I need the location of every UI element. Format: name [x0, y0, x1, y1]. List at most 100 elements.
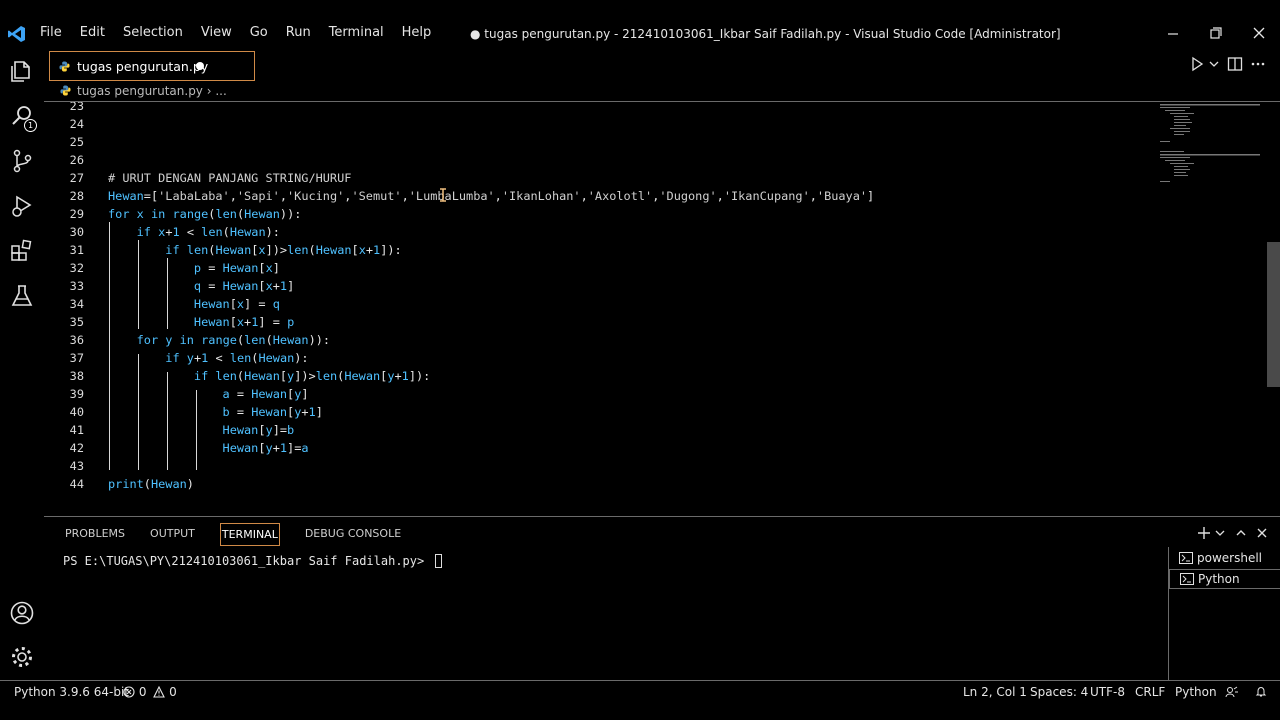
code-line[interactable]: 42 Hewan[y+1]=a: [44, 439, 1154, 457]
code-text: if len(Hewan[x])>len(Hewan[x+1]):: [165, 243, 402, 257]
line-number: 37: [69, 351, 84, 365]
line-number: 42: [69, 441, 84, 455]
code-line[interactable]: 27 # URUT DENGAN PANJANG STRING/HURUF: [44, 169, 1154, 187]
line-number: 38: [69, 369, 84, 383]
python-interpreter[interactable]: Python 3.9.6 64-bit: [14, 685, 129, 699]
menu-go[interactable]: Go: [250, 25, 268, 40]
minimize-icon[interactable]: [1160, 23, 1186, 43]
terminal-item-python[interactable]: Python: [1169, 569, 1280, 589]
minimap[interactable]: [1160, 104, 1270, 184]
error-count: 0: [138, 685, 147, 699]
code-line[interactable]: 29 for x in range(len(Hewan)):: [44, 205, 1154, 223]
line-number: 31: [69, 243, 84, 257]
code-text: print(Hewan): [108, 477, 194, 491]
run-python-file-icon[interactable]: [1188, 55, 1206, 73]
bottom-panel: PROBLEMS OUTPUT TERMINAL DEBUG CONSOLE P…: [44, 516, 1280, 681]
problems-status[interactable]: 0 0: [123, 685, 177, 699]
end-of-line[interactable]: CRLF: [1135, 685, 1165, 699]
code-line[interactable]: 23: [44, 102, 1154, 115]
more-actions-icon[interactable]: [1249, 55, 1267, 73]
code-line[interactable]: 41 Hewan[y]=b: [44, 421, 1154, 439]
maximize-panel-chevron-up-icon[interactable]: [1233, 525, 1249, 541]
code-line[interactable]: 35 Hewan[x+1] = p: [44, 313, 1154, 331]
menu-selection[interactable]: Selection: [123, 25, 183, 40]
code-line[interactable]: 39 a = Hewan[y]: [44, 385, 1154, 403]
error-icon: [123, 686, 135, 698]
activity-bar: 1: [0, 46, 44, 680]
code-line[interactable]: 36 for y in range(len(Hewan)):: [44, 331, 1154, 349]
explorer-icon[interactable]: [9, 58, 35, 84]
tab-output[interactable]: OUTPUT: [150, 526, 195, 550]
close-window-icon[interactable]: [1246, 23, 1272, 43]
close-panel-icon[interactable]: [1254, 525, 1270, 541]
breadcrumb-separator: ›: [202, 84, 216, 98]
menu-run[interactable]: Run: [286, 25, 311, 40]
line-number: 26: [69, 153, 84, 167]
chevron-down-icon[interactable]: [1212, 525, 1228, 541]
breadcrumb-file[interactable]: tugas pengurutan.py: [77, 84, 203, 98]
tab-tugas-pengurutan[interactable]: tugas pengurutan.py: [49, 51, 255, 81]
terminal-item-powershell[interactable]: powershell: [1169, 549, 1280, 569]
new-terminal-plus-icon[interactable]: [1196, 525, 1212, 541]
code-line[interactable]: 33 q = Hewan[x+1]: [44, 277, 1154, 295]
testing-flask-icon[interactable]: [9, 283, 35, 309]
file-encoding[interactable]: UTF-8: [1090, 685, 1125, 699]
code-line[interactable]: 30 if x+1 < len(Hewan):: [44, 223, 1154, 241]
menu-edit[interactable]: Edit: [80, 25, 105, 40]
line-number: 28: [69, 189, 84, 203]
tab-problems[interactable]: PROBLEMS: [65, 526, 125, 550]
run-debug-icon[interactable]: [9, 193, 35, 219]
cursor-position[interactable]: Ln 2, Col 1: [963, 685, 1027, 699]
notifications-bell-icon[interactable]: [1255, 686, 1267, 698]
code-editor[interactable]: 23 24 25 26 27 # URUT DENGAN PANJANG STRI…: [44, 101, 1280, 514]
code-text: Hewan[y+1]=a: [222, 441, 309, 455]
breadcrumb-symbol[interactable]: ...: [215, 84, 226, 98]
title-bar: File Edit Selection View Go Run Terminal…: [0, 0, 1280, 46]
code-line[interactable]: 24: [44, 115, 1154, 133]
text-cursor-icon: [440, 188, 446, 202]
menu-file[interactable]: File: [40, 25, 62, 40]
menu-help[interactable]: Help: [402, 25, 432, 40]
code-text: a = Hewan[y]: [222, 387, 309, 401]
tab-debug-console[interactable]: DEBUG CONSOLE: [305, 526, 401, 550]
code-line[interactable]: 38 if len(Hewan[y])>len(Hewan[y+1]):: [44, 367, 1154, 385]
editor-scrollbar-thumb[interactable]: [1267, 242, 1280, 387]
line-number: 25: [69, 135, 84, 149]
code-line[interactable]: 28 Hewan=['LabaLaba','Sapi','Kucing','Sem…: [44, 187, 1154, 205]
terminal-output[interactable]: PS E:\TUGAS\PY\212410103061_Ikbar Saif F…: [63, 554, 443, 568]
code-line[interactable]: 26: [44, 151, 1154, 169]
python-file-icon: [59, 61, 70, 72]
split-editor-icon[interactable]: [1226, 55, 1244, 73]
code-line[interactable]: 31 if len(Hewan[x])>len(Hewan[x+1]):: [44, 241, 1154, 259]
menu-view[interactable]: View: [201, 25, 232, 40]
source-control-icon[interactable]: [9, 148, 35, 174]
indentation[interactable]: Spaces: 4: [1030, 685, 1088, 699]
code-text: Hewan[y]=b: [222, 423, 295, 437]
extensions-icon[interactable]: [9, 238, 35, 264]
gear-icon[interactable]: [9, 644, 35, 670]
menu-bar: File Edit Selection View Go Run Terminal…: [40, 25, 449, 40]
warning-icon: [153, 685, 166, 698]
code-line[interactable]: 44 print(Hewan): [44, 475, 1154, 493]
code-line[interactable]: 32 p = Hewan[x]: [44, 259, 1154, 277]
unsaved-dot-icon[interactable]: [196, 62, 204, 70]
chevron-down-icon[interactable]: [1205, 55, 1223, 73]
terminal-list: powershell Python: [1168, 547, 1280, 681]
breadcrumb: tugas pengurutan.py › ...: [60, 84, 227, 98]
code-line[interactable]: 43: [44, 457, 1154, 475]
code-line[interactable]: 25: [44, 133, 1154, 151]
tab-terminal[interactable]: TERMINAL: [219, 523, 280, 546]
code-line[interactable]: 40 b = Hewan[y+1]: [44, 403, 1154, 421]
code-line[interactable]: 34 Hewan[x] = q: [44, 295, 1154, 313]
menu-terminal[interactable]: Terminal: [329, 25, 384, 40]
account-icon[interactable]: [9, 600, 35, 626]
code-comment: # URUT DENGAN PANJANG STRING/HURUF: [108, 171, 352, 185]
code-text: for y in range(len(Hewan)):: [136, 333, 331, 347]
restore-icon[interactable]: [1203, 23, 1229, 43]
terminal-icon: [1179, 552, 1193, 564]
code-line[interactable]: 37 if y+1 < len(Hewan):: [44, 349, 1154, 367]
feedback-icon[interactable]: [1225, 686, 1239, 698]
line-number: 27: [69, 171, 84, 185]
language-mode[interactable]: Python: [1175, 685, 1217, 699]
line-number: 39: [69, 387, 84, 401]
